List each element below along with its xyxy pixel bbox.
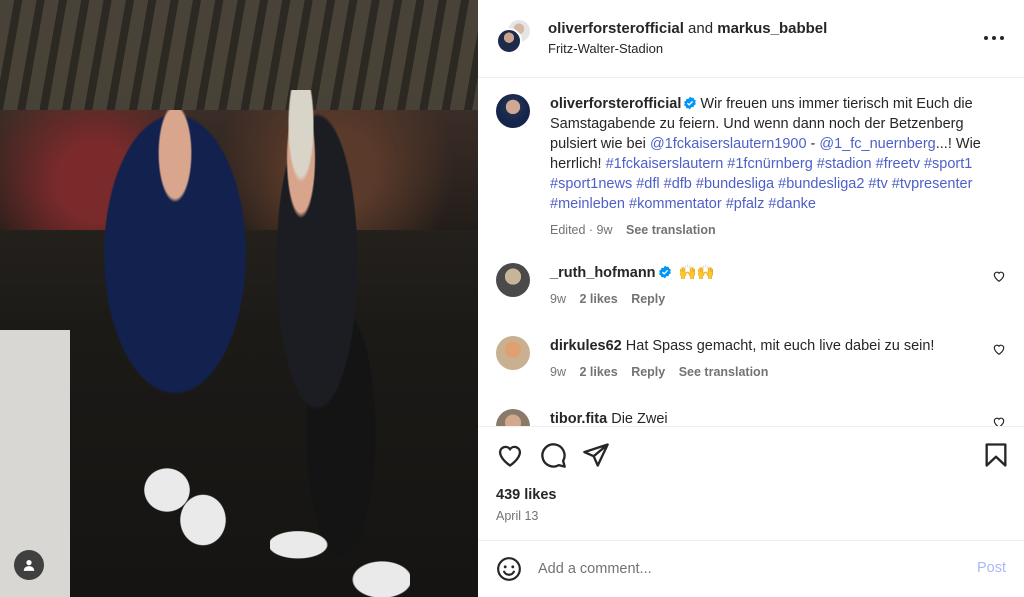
comment-username[interactable]: _ruth_hofmann [550,265,656,281]
comment-heart-icon[interactable] [992,342,1006,356]
post-panel: oliverforsterofficial and markus_babbel … [478,0,1024,597]
comment-icon[interactable] [539,441,567,469]
bookmark-icon[interactable] [982,441,1010,469]
send-icon[interactable] [582,441,610,469]
avatar-oliver[interactable] [496,28,522,54]
verified-icon [658,265,671,279]
sneakers-right [270,510,410,597]
sneakers-left [140,450,230,550]
reply-button[interactable]: Reply [631,365,665,379]
comment-text: 🙌🙌 [678,265,715,281]
comment-item: _ruth_hofmann 🙌🙌 9w 2 likes Reply [496,263,1006,306]
comment-heart-icon[interactable] [992,269,1006,283]
comment-age: 9w [550,365,566,379]
post-button[interactable]: Post [977,560,1006,576]
caption-sep: - [806,136,820,152]
comment-body: _ruth_hofmann 🙌🙌 [550,263,1006,283]
avatar-oliver[interactable] [496,94,530,128]
heart-icon[interactable] [496,441,524,469]
verified-icon [684,96,697,110]
comment-likes[interactable]: 2 likes [579,365,617,379]
comment-body: dirkules62 Hat Spass gemacht, mit euch l… [550,336,1006,356]
post-actions: 439 likes April 13 [478,426,1024,540]
avatar-tibor[interactable] [496,409,530,426]
mention-kaiserslautern[interactable]: @1fckaiserslautern1900 [650,136,807,152]
comment-body: tibor.fita Die Zwei [550,409,1006,426]
comment-age: 9w [550,292,566,306]
comment-heart-icon[interactable] [992,415,1006,426]
comment-username[interactable]: tibor.fita [550,411,607,426]
see-translation-link[interactable]: See translation [626,223,716,237]
post-date[interactable]: April 13 [496,509,538,523]
likes-count[interactable]: 439 likes [496,487,556,503]
post-photo[interactable] [0,0,478,597]
comments-section[interactable]: oliverforsterofficial Wir freuen uns imme… [478,78,1024,426]
header-user2[interactable]: markus_babbel [717,20,827,37]
comment-username[interactable]: dirkules62 [550,338,622,354]
emoji-icon[interactable] [496,556,522,582]
comment-likes[interactable]: 2 likes [579,292,617,306]
person-right [245,90,405,580]
caption: oliverforsterofficial Wir freuen uns imme… [496,94,1006,237]
avatar-ruth[interactable] [496,263,530,297]
caption-text: oliverforsterofficial Wir freuen uns imme… [550,94,1006,214]
comment-item: tibor.fita Die Zwei [496,409,1006,426]
user-tag-icon[interactable] [14,550,44,580]
header-location[interactable]: Fritz-Walter-Stadion [548,41,663,56]
comment-meta: 9w 2 likes Reply See translation [550,365,1006,379]
add-comment-bar: Post [478,540,1024,597]
post-header: oliverforsterofficial and markus_babbel … [478,0,1024,78]
caption-username[interactable]: oliverforsterofficial [550,96,681,112]
avatar-dirkules[interactable] [496,336,530,370]
caption-hashtags[interactable]: #1fckaiserslautern #1fcnürnberg #stadion… [550,156,972,212]
more-icon[interactable] [982,28,1006,48]
see-translation-link[interactable]: See translation [679,365,769,379]
header-connector: and [688,20,714,37]
comment-text: Die Zwei [611,411,668,426]
comment-item: dirkules62 Hat Spass gemacht, mit euch l… [496,336,1006,379]
caption-meta: Edited · 9w See translation [550,223,1006,237]
caption-edited: Edited · 9w [550,223,613,237]
mention-nuernberg[interactable]: @1_fc_nuernberg [819,136,935,152]
stadium-roof [0,0,478,120]
comment-input[interactable] [538,555,938,583]
comment-meta: 9w 2 likes Reply [550,292,1006,306]
comment-text: Hat Spass gemacht, mit euch live dabei z… [625,338,935,354]
header-user1[interactable]: oliverforsterofficial [548,20,684,37]
header-usernames: oliverforsterofficial and markus_babbel [548,20,827,37]
reply-button[interactable]: Reply [631,292,665,306]
